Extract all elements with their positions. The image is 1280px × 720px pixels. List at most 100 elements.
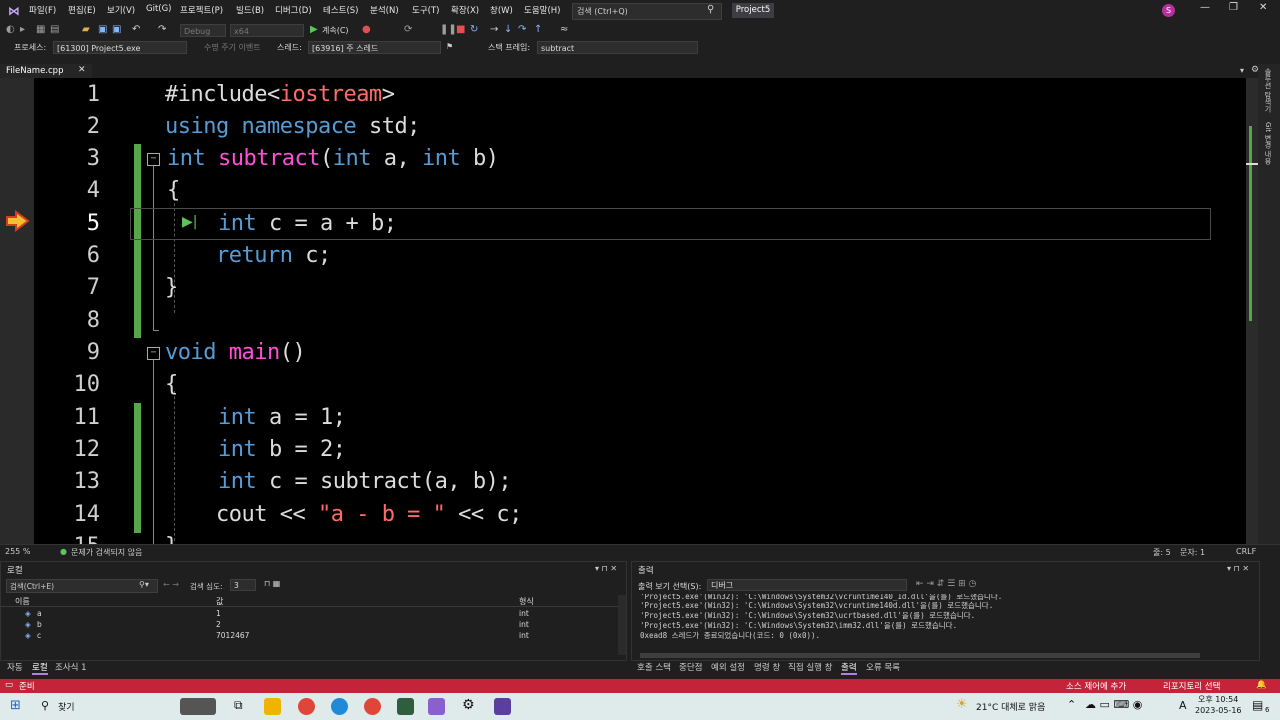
break-all-icon[interactable]: ❚❚ <box>440 24 457 35</box>
git-changes-tab[interactable]: Git 변경 내용 <box>1263 122 1273 165</box>
search-highlight-icon[interactable] <box>180 698 216 715</box>
save-all-icon[interactable]: ▣ <box>112 24 121 35</box>
locals-search-input[interactable]: 검색(Ctrl+E) ⚲▾ <box>6 579 158 593</box>
chrome-icon[interactable] <box>298 698 315 715</box>
restart-icon[interactable]: ↻ <box>470 24 478 35</box>
line-ending[interactable]: CRLF <box>1236 547 1256 556</box>
collapse-toggle-icon[interactable]: − <box>147 153 160 166</box>
output-hscrollbar[interactable] <box>640 653 1200 658</box>
header-type[interactable]: 형식 <box>519 596 534 607</box>
output-toolbar-icons[interactable]: ⇤ ⇥ ⇵ ☰ ⊞ ◷ <box>916 579 976 589</box>
notepad-icon[interactable] <box>397 698 414 715</box>
tray-chevron-icon[interactable]: ⌃ <box>1067 698 1076 711</box>
task-view-icon[interactable]: ⧉ <box>234 698 243 713</box>
continue-button[interactable]: 계속(C) <box>322 25 349 36</box>
locals-scrollbar[interactable] <box>618 595 626 655</box>
process-select[interactable]: [61300] Project5.exe <box>53 41 187 54</box>
collapse-toggle-icon[interactable]: − <box>147 347 160 360</box>
clock-date[interactable]: 2023-05-16 <box>1195 706 1242 715</box>
table-row[interactable]: ◈ b 2 int <box>1 619 626 630</box>
tab-list-icon[interactable]: ▾ <box>1240 66 1244 75</box>
menu-test[interactable]: 테스트(S) <box>323 4 359 16</box>
search-depth-select[interactable]: 3 <box>230 579 256 591</box>
menu-git[interactable]: Git(G) <box>146 4 172 14</box>
menu-window[interactable]: 창(W) <box>490 4 513 16</box>
row-value[interactable]: 7012467 <box>216 631 249 640</box>
continue-icon[interactable]: ▶ <box>310 24 318 35</box>
menu-tools[interactable]: 도구(T) <box>412 4 439 16</box>
solution-explorer-tab[interactable]: 솔루션 탐색기 <box>1263 68 1273 112</box>
menu-help[interactable]: 도움말(H) <box>524 4 560 16</box>
view-toggle-icon[interactable]: ⊓ ▦ <box>264 579 280 588</box>
source-control-button[interactable]: 소스 제어에 추가 <box>1066 680 1126 692</box>
menu-edit[interactable]: 편집(E) <box>68 4 96 16</box>
platform-select[interactable]: x64 <box>230 24 304 37</box>
avatar[interactable]: S <box>1162 4 1175 17</box>
taskbar-search-icon[interactable]: ⚲ <box>41 699 49 712</box>
tab-error-list[interactable]: 오류 목록 <box>866 661 900 673</box>
tray-icons[interactable]: ☁ ▭ ⌨ ◉ <box>1085 698 1142 711</box>
output-source-select[interactable]: 디버그 <box>707 579 907 591</box>
row-value[interactable]: 2 <box>216 620 221 629</box>
editor-vertical-scrollbar[interactable] <box>1246 78 1258 544</box>
repository-button[interactable]: 리포지토리 선택 <box>1163 680 1220 692</box>
thread-icon[interactable]: ≈ <box>560 24 568 35</box>
table-row[interactable]: ◈ c 7012467 int <box>1 630 626 641</box>
minimize-icon[interactable]: — <box>1200 2 1210 13</box>
tab-output[interactable]: 출력 <box>841 661 857 675</box>
tab-locals[interactable]: 로컬 <box>32 661 48 675</box>
tab-breakpoints[interactable]: 중단점 <box>679 661 702 673</box>
flag-icon[interactable]: ⚑ <box>446 42 453 51</box>
menu-analyze[interactable]: 분석(N) <box>370 4 399 16</box>
row-value[interactable]: 1 <box>216 609 221 618</box>
stop-icon[interactable]: ■ <box>456 24 465 35</box>
step-over-icon[interactable]: ↷ <box>518 24 526 35</box>
forward-icon[interactable]: ▸ <box>20 24 25 35</box>
show-next-statement-icon[interactable]: → <box>490 24 498 35</box>
windows-start-icon[interactable]: ⊞ <box>10 698 21 713</box>
table-row[interactable]: ◈ a 1 int <box>1 608 626 619</box>
visual-studio-taskbar-icon[interactable] <box>428 698 445 715</box>
restore-icon[interactable]: ❐ <box>1229 2 1238 13</box>
back-icon[interactable]: ◐ <box>6 24 15 35</box>
notifications-icon[interactable]: 🔔 <box>1256 680 1267 690</box>
app-icon[interactable] <box>494 698 511 715</box>
edge-icon[interactable] <box>331 698 348 715</box>
step-into-icon[interactable]: ↓ <box>504 24 512 35</box>
stack-frame-select[interactable]: subtract <box>537 41 698 54</box>
new-item-icon[interactable]: ▦ <box>36 24 45 35</box>
chrome-profile-icon[interactable] <box>364 698 381 715</box>
hot-reload-icon[interactable]: ⟳ <box>404 24 412 35</box>
header-value[interactable]: 값 <box>216 596 223 607</box>
zoom-level[interactable]: 255 % <box>5 547 30 556</box>
tab-exception-settings[interactable]: 예외 설정 <box>711 661 745 673</box>
menu-extensions[interactable]: 확장(X) <box>451 4 479 16</box>
tab-autos[interactable]: 자동 <box>7 661 23 673</box>
lifecycle-events-button[interactable]: 수명 주기 이벤트 <box>204 42 261 53</box>
breakpoint-margin[interactable] <box>0 78 34 544</box>
panel-options-icon[interactable]: ▾ ⊓ ✕ <box>595 564 617 573</box>
search-nav-icon[interactable]: ← → <box>163 580 179 589</box>
settings-gear-icon[interactable]: ⚙ <box>462 697 475 713</box>
input-language[interactable]: A <box>1179 699 1187 712</box>
menu-project[interactable]: 프로젝트(P) <box>180 4 223 16</box>
code-editor[interactable]: 1 2 3 4 5 6 7 8 9 10 11 12 13 14 15 − − … <box>34 78 1246 544</box>
open-icon[interactable]: ▤ <box>50 24 59 35</box>
menu-file[interactable]: 파일(F) <box>29 4 56 16</box>
open-folder-icon[interactable]: ▰ <box>82 24 90 35</box>
redo-icon[interactable]: ↷ <box>158 24 166 35</box>
close-tab-icon[interactable]: ✕ <box>78 65 86 75</box>
tab-command-window[interactable]: 명령 창 <box>754 661 780 673</box>
menu-debug[interactable]: 디버그(D) <box>275 4 312 16</box>
step-out-icon[interactable]: ↑ <box>534 24 542 35</box>
global-search-input[interactable]: 검색 (Ctrl+Q) ⚲ <box>572 3 722 20</box>
taskbar-search[interactable]: 찾기 <box>58 700 75 713</box>
undo-icon[interactable]: ↶ <box>132 24 140 35</box>
panel-options-icon[interactable]: ▾ ⊓ ✕ <box>1227 564 1249 573</box>
file-explorer-icon[interactable] <box>264 698 281 715</box>
thread-select[interactable]: [63916] 주 스레드 <box>308 41 441 54</box>
save-icon[interactable]: ▣ <box>98 24 107 35</box>
tab-call-stack[interactable]: 호출 스택 <box>637 661 671 673</box>
menu-view[interactable]: 보기(V) <box>107 4 135 16</box>
attach-icon[interactable]: ● <box>362 24 371 35</box>
